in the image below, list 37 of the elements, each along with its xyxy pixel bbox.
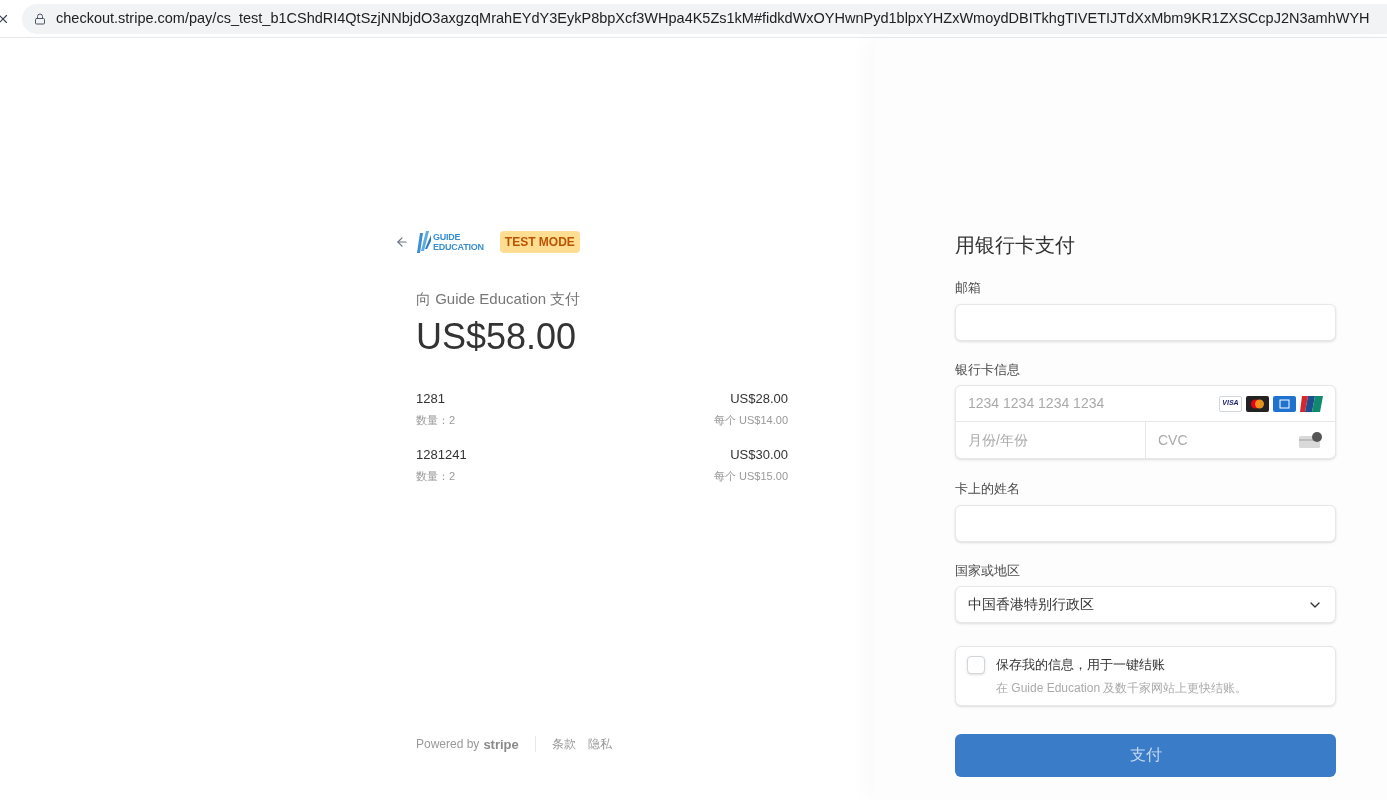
- guide-education-logo: GUIDE EDUCATION: [417, 231, 484, 253]
- field-label: 邮箱: [955, 279, 982, 297]
- unionpay-card-icon: [1300, 395, 1323, 412]
- powered-by-text: Powered by: [416, 736, 480, 754]
- save-info-title: 保存我的信息，用于一键结账: [996, 656, 1166, 674]
- item-name: 1281: [416, 389, 446, 408]
- item-amount: US$30.00: [730, 445, 788, 464]
- country-select[interactable]: 中国香港特别行政区: [955, 586, 1336, 623]
- form-title: 用银行卡支付: [955, 233, 1076, 258]
- email-field[interactable]: [955, 303, 1336, 341]
- item-unit-price: 每个 US$14.00: [714, 413, 788, 428]
- cvc-card-icon: [1299, 432, 1323, 448]
- mastercard-icon: [1246, 395, 1269, 412]
- footer-link[interactable]: 条款: [551, 735, 576, 754]
- field-label: 卡上的姓名: [955, 480, 1021, 498]
- item-quantity: 数量：2: [416, 413, 456, 428]
- item-name: 1281241: [416, 445, 467, 464]
- pay-to-text: 向 Guide Education 支付: [416, 289, 582, 309]
- save-info-checkbox[interactable]: [967, 656, 985, 674]
- test-mode-badge: TEST MODE: [499, 231, 580, 253]
- field-label: 银行卡信息: [955, 360, 1021, 379]
- item-quantity: 数量：2: [416, 469, 457, 484]
- expiry-placeholder: 月份/年份: [968, 430, 1028, 450]
- save-info-description: 在 Guide Education 及数千家网站上更快结账。: [996, 679, 1248, 697]
- field-label: 国家或地区: [955, 561, 1021, 580]
- lock-icon: [34, 12, 46, 25]
- footer-link[interactable]: 隐私: [587, 735, 612, 754]
- cvc-placeholder: CVC: [1158, 430, 1188, 450]
- card-number-placeholder: 1234 1234 1234 1234: [968, 394, 1105, 413]
- cardholder-name-field[interactable]: [955, 504, 1336, 542]
- total-amount: US$58.00: [416, 314, 578, 359]
- stripe-logo[interactable]: stripe: [483, 734, 519, 754]
- item-unit-price: 每个 US$15.00: [714, 469, 788, 484]
- address-bar[interactable]: checkout.stripe.com/pay/cs_test_b1CShdRI4QtSzjNNbjdO3axgzqMrahEYdY3EykP8bpXcf3WHpa4K5Zs1kM#fidkdWxOYHwnPyd1blpxYHZxWmoydDBITkhgTIVETIJTdXxMbm9KR1ZXSCcpJ2N3amhWYH: [22, 3, 1387, 34]
- amex-card-icon: [1273, 395, 1296, 412]
- url-text: checkout.stripe.com/pay/cs_test_b1CShdRI4QtSzjNNbjdO3axgzqMrahEYdY3EykP8bpXcf3WHpa4K5Zs1kM#fidkdWxOYHwnPyd1blpxYHZxWmoydDBITkhgTIVETIJTdXxMbm9KR1ZXSCcpJ2N3amhWYH: [56, 8, 1370, 28]
- item-amount: US$28.00: [730, 389, 788, 408]
